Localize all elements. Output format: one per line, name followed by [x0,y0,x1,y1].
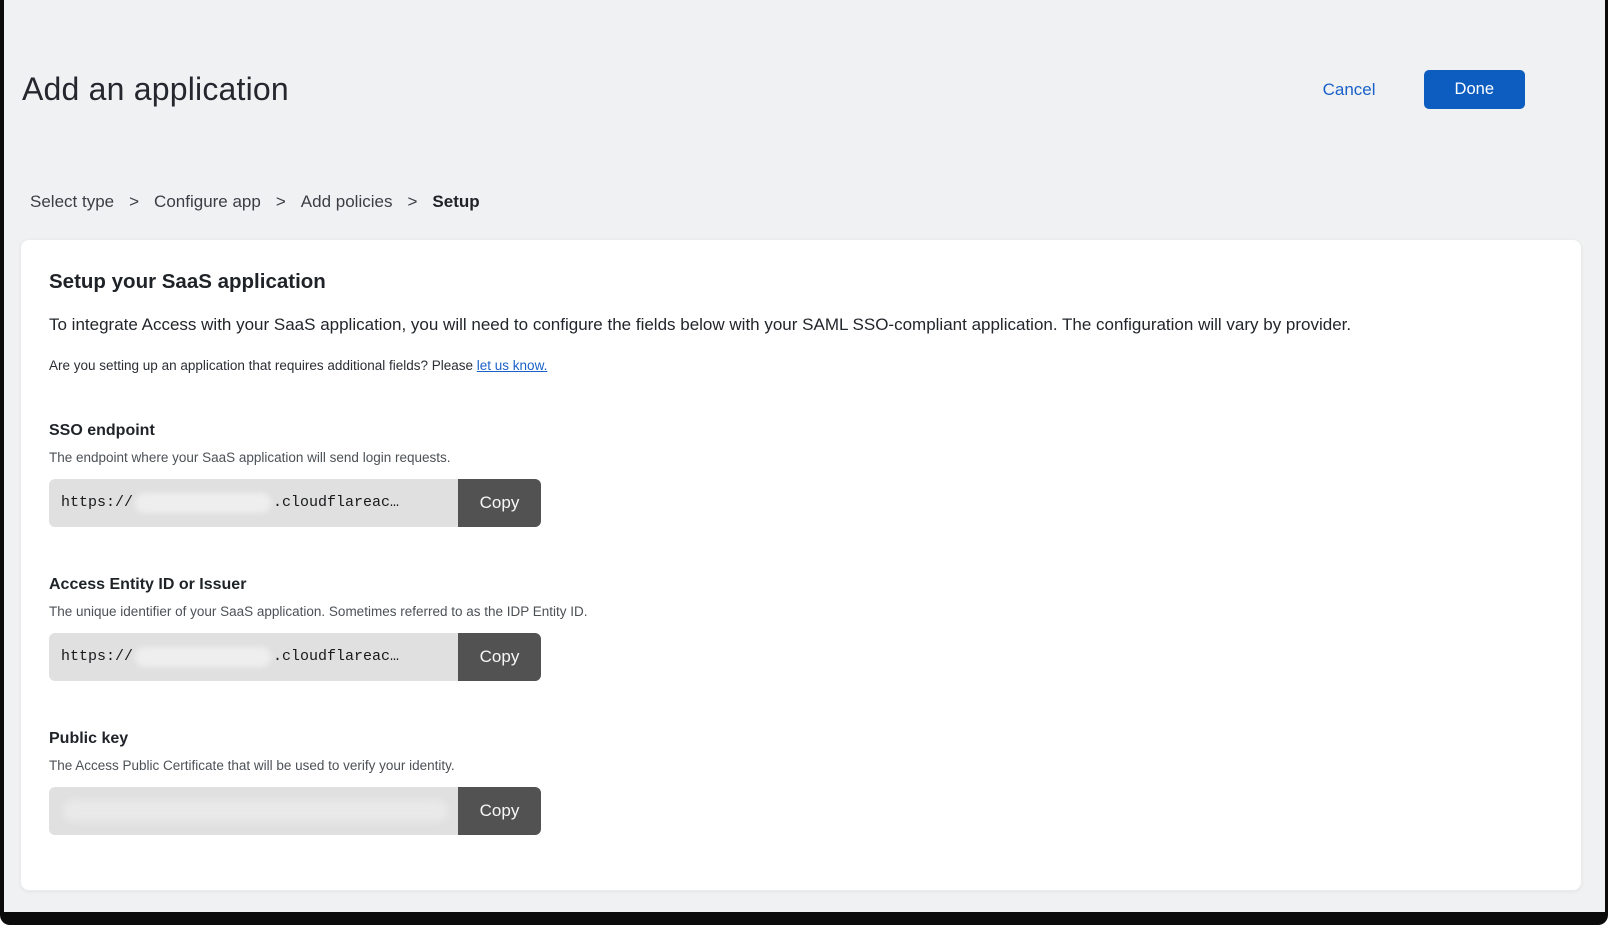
breadcrumb-separator: > [276,192,286,212]
redacted-value [135,647,271,667]
breadcrumb-separator: > [407,192,417,212]
public-key-value [49,787,458,835]
field-label: Access Entity ID or Issuer [49,576,1549,594]
field-description: The endpoint where your SaaS application… [49,450,1549,465]
card-intro-text: To integrate Access with your SaaS appli… [49,313,1549,337]
copy-entity-id-button[interactable]: Copy [458,633,541,681]
value-suffix: .cloudflareac… [273,494,399,511]
cancel-button[interactable]: Cancel [1317,79,1382,101]
field-group-entity-id: Access Entity ID or Issuer The unique id… [49,576,1549,681]
field-row: https:// .cloudflareac… Copy [49,479,541,527]
redacted-value [135,493,271,513]
card-note: Are you setting up an application that r… [49,358,1549,373]
copy-sso-endpoint-button[interactable]: Copy [458,479,541,527]
field-label: Public key [49,730,1549,748]
field-label: SSO endpoint [49,422,1549,440]
breadcrumb-separator: > [129,192,139,212]
breadcrumb-step-select-type[interactable]: Select type [30,192,114,212]
breadcrumb-step-setup: Setup [432,192,479,212]
value-suffix: .cloudflareac… [273,648,399,665]
field-group-public-key: Public key The Access Public Certificate… [49,730,1549,835]
field-row: https:// .cloudflareac… Copy [49,633,541,681]
field-row: Copy [49,787,541,835]
sso-endpoint-value: https:// .cloudflareac… [49,479,458,527]
let-us-know-link[interactable]: let us know. [477,358,548,373]
breadcrumb-step-add-policies[interactable]: Add policies [301,192,393,212]
field-description: The Access Public Certificate that will … [49,758,1549,773]
setup-card: Setup your SaaS application To integrate… [20,239,1582,891]
field-description: The unique identifier of your SaaS appli… [49,604,1549,619]
page-header: Add an application Cancel Done [4,0,1605,130]
copy-public-key-button[interactable]: Copy [458,787,541,835]
done-button[interactable]: Done [1424,70,1525,109]
entity-id-value: https:// .cloudflareac… [49,633,458,681]
breadcrumb: Select type > Configure app > Add polici… [30,192,1605,212]
field-group-sso-endpoint: SSO endpoint The endpoint where your Saa… [49,422,1549,527]
value-prefix: https:// [61,648,133,665]
page-title: Add an application [22,71,289,108]
value-prefix: https:// [61,494,133,511]
header-actions: Cancel Done [1317,70,1525,109]
card-heading: Setup your SaaS application [49,270,1549,294]
card-note-text: Are you setting up an application that r… [49,358,477,373]
redacted-value [63,800,448,822]
app-window: Add an application Cancel Done Select ty… [0,0,1608,925]
breadcrumb-step-configure-app[interactable]: Configure app [154,192,261,212]
